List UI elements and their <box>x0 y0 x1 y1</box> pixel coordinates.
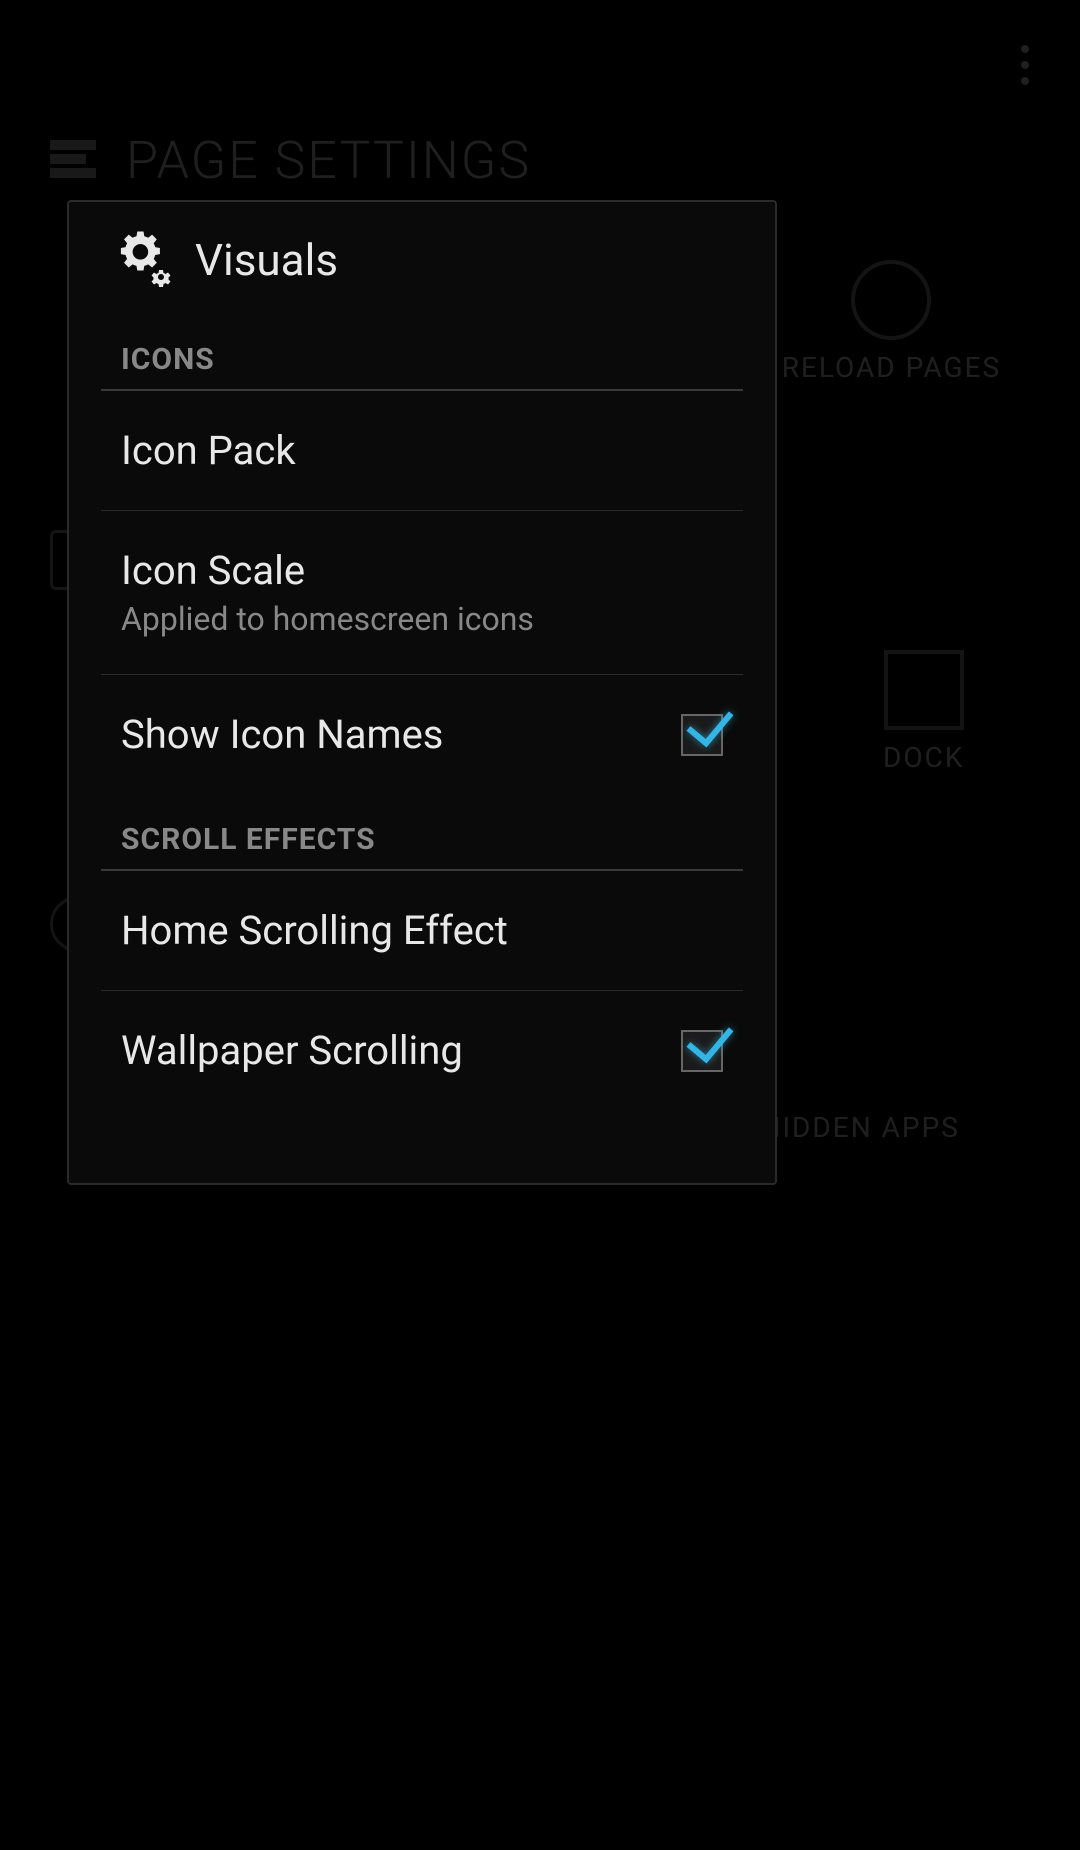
bg-label: HIDDEN APPS <box>760 1110 959 1146</box>
dialog-header: Visuals <box>69 202 775 314</box>
overflow-menu-icon <box>1000 40 1050 90</box>
dialog-title: Visuals <box>195 234 338 286</box>
people-icon <box>820 1020 900 1100</box>
setting-home-scrolling-effect[interactable]: Home Scrolling Effect <box>69 871 775 990</box>
setting-title: Icon Scale <box>121 547 534 594</box>
section-header-scroll-effects: SCROLL EFFECTS <box>69 794 775 869</box>
setting-title: Wallpaper Scrolling <box>121 1027 463 1074</box>
visuals-dialog: Visuals ICONS Icon Pack Icon Scale Appli… <box>67 200 777 1185</box>
setting-title: Home Scrolling Effect <box>121 907 508 954</box>
setting-subtitle: Applied to homescreen icons <box>121 600 534 638</box>
setting-icon-scale[interactable]: Icon Scale Applied to homescreen icons <box>69 511 775 674</box>
upload-icon <box>884 650 964 730</box>
checkbox-show-icon-names[interactable] <box>681 714 723 756</box>
page-title: PAGE SETTINGS <box>126 130 531 191</box>
section-header-icons: ICONS <box>69 314 775 389</box>
page-settings-header: PAGE SETTINGS <box>50 130 531 191</box>
checkbox-wallpaper-scrolling[interactable] <box>681 1030 723 1072</box>
setting-wallpaper-scrolling[interactable]: Wallpaper Scrolling <box>69 991 775 1110</box>
refresh-icon <box>851 260 931 340</box>
setting-show-icon-names[interactable]: Show Icon Names <box>69 675 775 794</box>
bg-label: DOCK <box>883 740 964 776</box>
setting-title: Show Icon Names <box>121 711 443 758</box>
setting-icon-pack[interactable]: Icon Pack <box>69 391 775 510</box>
gear-settings-icon <box>117 230 177 290</box>
bg-label: RELOAD PAGES <box>782 350 1001 386</box>
list-icon <box>50 140 96 182</box>
setting-title: Icon Pack <box>121 427 296 474</box>
